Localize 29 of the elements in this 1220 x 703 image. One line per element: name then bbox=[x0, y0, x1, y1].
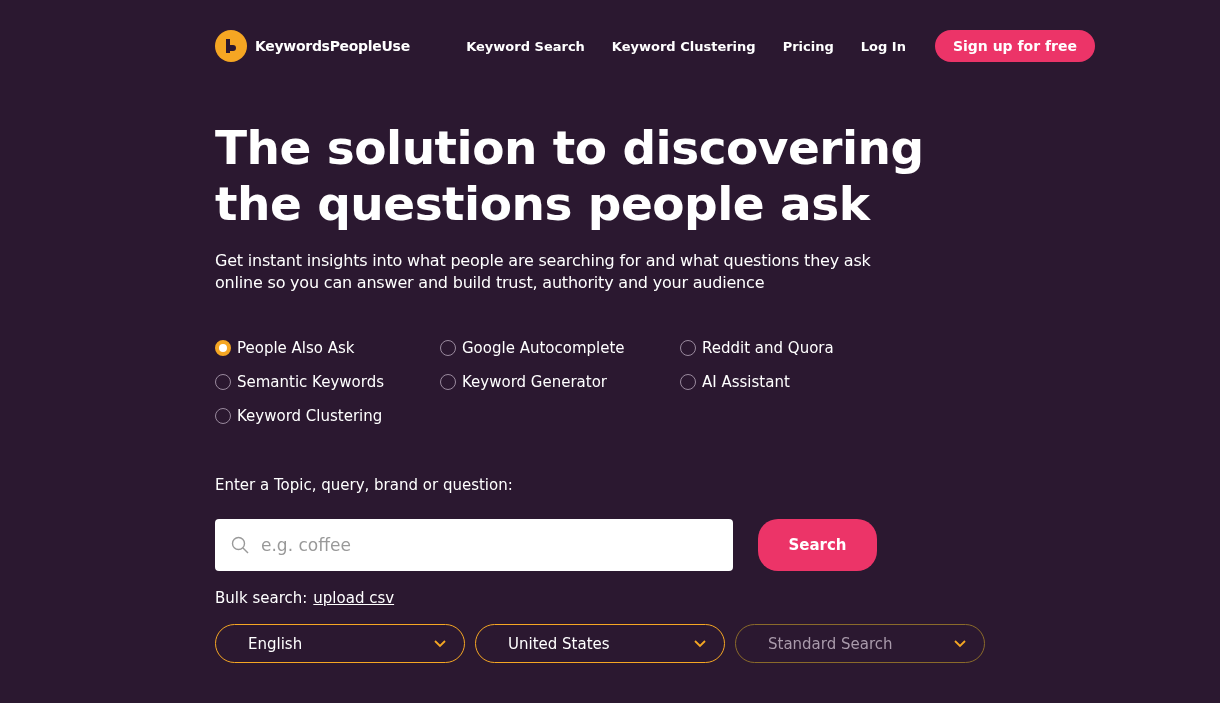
dropdown-value: Standard Search bbox=[768, 634, 893, 653]
search-field[interactable]: e.g. coffee bbox=[215, 519, 733, 571]
nav-link[interactable]: Pricing bbox=[782, 38, 834, 54]
radio-label[interactable]: Keyword Generator bbox=[462, 373, 607, 391]
dropdown-value: English bbox=[248, 634, 303, 653]
radio-label[interactable]: Keyword Clustering bbox=[237, 407, 383, 425]
radio-label[interactable]: Reddit and Quora bbox=[702, 339, 834, 357]
nav-link[interactable]: Keyword Search bbox=[466, 38, 585, 54]
headline: The solution to discovering bbox=[215, 120, 925, 176]
sign-up-button[interactable]: Sign up for free bbox=[934, 30, 1095, 62]
brand-name[interactable]: KeywordsPeopleUse bbox=[255, 38, 410, 54]
search-label: Enter a Topic, query, brand or question: bbox=[215, 476, 514, 494]
bulk-search-label: Bulk search: bbox=[215, 589, 308, 607]
subtitle: Get instant insights into what people are searching for and what questions they ask online so you can answer and build trust, authority and your audience bbox=[215, 250, 872, 294]
nav-link[interactable]: Keyword Clustering bbox=[611, 38, 756, 54]
logo-icon[interactable] bbox=[215, 30, 247, 62]
upload-link[interactable]: upload csv bbox=[313, 589, 395, 607]
dropdown-value: United States bbox=[508, 634, 610, 653]
headline: the questions people ask bbox=[215, 176, 872, 232]
radio-label[interactable]: AI Assistant bbox=[702, 373, 790, 391]
radio-label[interactable]: People Also Ask bbox=[237, 339, 355, 357]
search-button[interactable]: Search bbox=[758, 519, 877, 571]
radio-label[interactable]: Google Autocomplete bbox=[462, 339, 625, 357]
chevron-down-icon bbox=[694, 639, 706, 648]
chevron-down-icon bbox=[434, 639, 446, 648]
radio-label[interactable]: Semantic Keywords bbox=[237, 373, 384, 391]
chevron-down-icon bbox=[954, 639, 966, 648]
radio-button[interactable] bbox=[215, 340, 231, 356]
nav-link[interactable]: Log In bbox=[860, 38, 906, 54]
